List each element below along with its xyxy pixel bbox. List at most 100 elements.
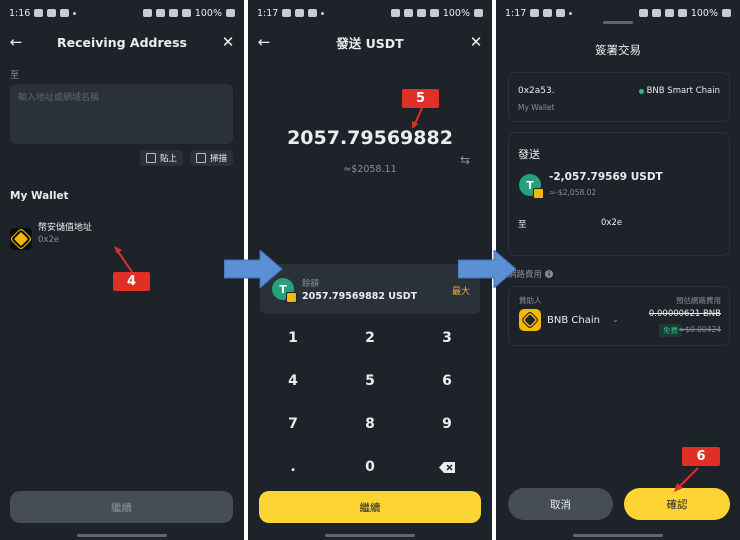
paste-button[interactable]: 貼上 (140, 150, 184, 166)
flow-arrow-right-icon (224, 250, 283, 288)
network-tag: BNB Smart Chain (638, 86, 720, 96)
battery-icon (722, 9, 731, 17)
bnb-chain-logo-icon (519, 309, 541, 331)
header: ← Receiving Address ✕ (0, 26, 244, 58)
signal-icon (181, 9, 191, 17)
link-icon (308, 9, 318, 17)
battery-level: 100% (194, 7, 222, 19)
to-label: 至 (518, 220, 527, 230)
send-details-card: 發送 T -2,057.79569 USDT ≈-$2,058.02 至 0x2… (508, 132, 730, 256)
status-time: 1:16 (9, 7, 31, 19)
battery-level: 100% (690, 7, 718, 19)
key-5[interactable]: 5 (330, 361, 410, 401)
chevron-down-icon[interactable]: ⌄ (612, 315, 619, 324)
estimated-fee-label: 預估網路費用 (676, 296, 721, 305)
status-time: 1:17 (505, 7, 527, 19)
key-6[interactable]: 6 (407, 361, 487, 401)
notification-icon (34, 9, 44, 17)
sheet-grabber[interactable] (603, 21, 633, 24)
alarm-icon (638, 9, 648, 17)
close-icon[interactable]: ✕ (218, 32, 238, 52)
step-callout-6: 6 (682, 447, 720, 466)
key-7[interactable]: 7 (253, 404, 333, 444)
wallet-item-binance-deposit[interactable]: 幣安儲值地址 0x2e (10, 218, 210, 250)
battery-level: 100% (442, 7, 470, 19)
signal-icon (677, 9, 687, 17)
continue-button[interactable]: 繼續 (259, 491, 481, 523)
binance-logo-icon (10, 228, 32, 250)
key-3[interactable]: 3 (407, 318, 487, 358)
cancel-button[interactable]: 取消 (508, 488, 613, 520)
flow-arrow-right-icon (458, 250, 517, 288)
image-icon (530, 9, 540, 17)
callout-arrow-4 (114, 246, 133, 273)
callout-arrow-6 (674, 467, 699, 492)
dot-icon (569, 11, 573, 15)
battery-icon (474, 9, 483, 17)
key-decimal[interactable]: . (253, 447, 333, 487)
balance-label: 餘額 (302, 279, 320, 289)
alarm-icon (390, 9, 400, 17)
info-icon[interactable]: i (545, 270, 554, 278)
paste-label: 貼上 (160, 154, 178, 164)
send-label: 發送 (518, 148, 540, 161)
from-card: 0x2a53. My Wallet BNB Smart Chain (508, 72, 730, 122)
sponsor-label: 贊助人 (519, 296, 542, 305)
bnb-chain-badge-icon (286, 292, 297, 303)
header: ← 發送 USDT ✕ (248, 26, 492, 58)
address-input-box[interactable] (10, 84, 233, 144)
network-status-icon (638, 88, 644, 94)
swap-currency-icon[interactable]: ⇆ (460, 153, 470, 167)
address-input[interactable] (10, 84, 231, 112)
key-2[interactable]: 2 (330, 318, 410, 358)
clipboard-icon (146, 153, 156, 163)
link-icon (556, 9, 566, 17)
screen-send-usdt: 1:17 100% ← 發送 USDT ✕ 2057.79569882 ≈$20… (248, 0, 492, 540)
scan-button[interactable]: 掃描 (190, 150, 234, 166)
wallet-item-name: 幣安儲值地址 (38, 223, 93, 233)
scan-label: 掃描 (210, 154, 228, 164)
dot-icon (321, 11, 325, 15)
status-bar: 1:17 100% (248, 0, 492, 26)
wifi-icon (416, 9, 426, 17)
fee-card: 贊助人 預估網路費用 BNB Chain ⌄ 0.00000621 BNB 免費… (508, 286, 730, 346)
key-1[interactable]: 1 (253, 318, 333, 358)
backspace-icon (439, 461, 455, 473)
image-icon (47, 9, 57, 17)
to-address: 0x2e (601, 218, 623, 228)
key-backspace[interactable] (407, 447, 487, 487)
battery-icon (226, 9, 235, 17)
fiat-equivalent: ≈$2058.11 (343, 164, 397, 175)
key-0[interactable]: 0 (330, 447, 410, 487)
status-time: 1:17 (257, 7, 279, 19)
mute-icon (155, 9, 165, 17)
key-4[interactable]: 4 (253, 361, 333, 401)
network-name: BNB Smart Chain (646, 86, 720, 96)
callout-arrow-5 (412, 107, 423, 129)
tether-logo-icon: T (519, 174, 544, 199)
sponsor-chain-name[interactable]: BNB Chain (547, 315, 600, 326)
mute-icon (651, 9, 661, 17)
step-callout-4: 4 (113, 272, 150, 291)
close-icon[interactable]: ✕ (466, 32, 486, 52)
scan-icon (196, 153, 206, 163)
signal-icon (429, 9, 439, 17)
my-wallet-section-title: My Wallet (10, 190, 69, 202)
from-wallet-name: My Wallet (518, 103, 555, 112)
link-icon (60, 9, 70, 17)
wifi-icon (664, 9, 674, 17)
alarm-icon (142, 9, 152, 17)
notification-icon (543, 9, 553, 17)
status-bar: 1:16 100% (0, 0, 244, 26)
amount-display[interactable]: 2057.79569882 (248, 127, 492, 149)
key-8[interactable]: 8 (330, 404, 410, 444)
notification-icon (295, 9, 305, 17)
to-label: 至 (10, 71, 20, 81)
continue-button-disabled[interactable]: 繼續 (10, 491, 233, 523)
send-fiat: ≈-$2,058.02 (549, 188, 597, 197)
bnb-chain-badge-icon (533, 188, 544, 199)
from-address: 0x2a53. (518, 86, 555, 96)
key-9[interactable]: 9 (407, 404, 487, 444)
mute-icon (403, 9, 413, 17)
gesture-bar (573, 534, 663, 537)
